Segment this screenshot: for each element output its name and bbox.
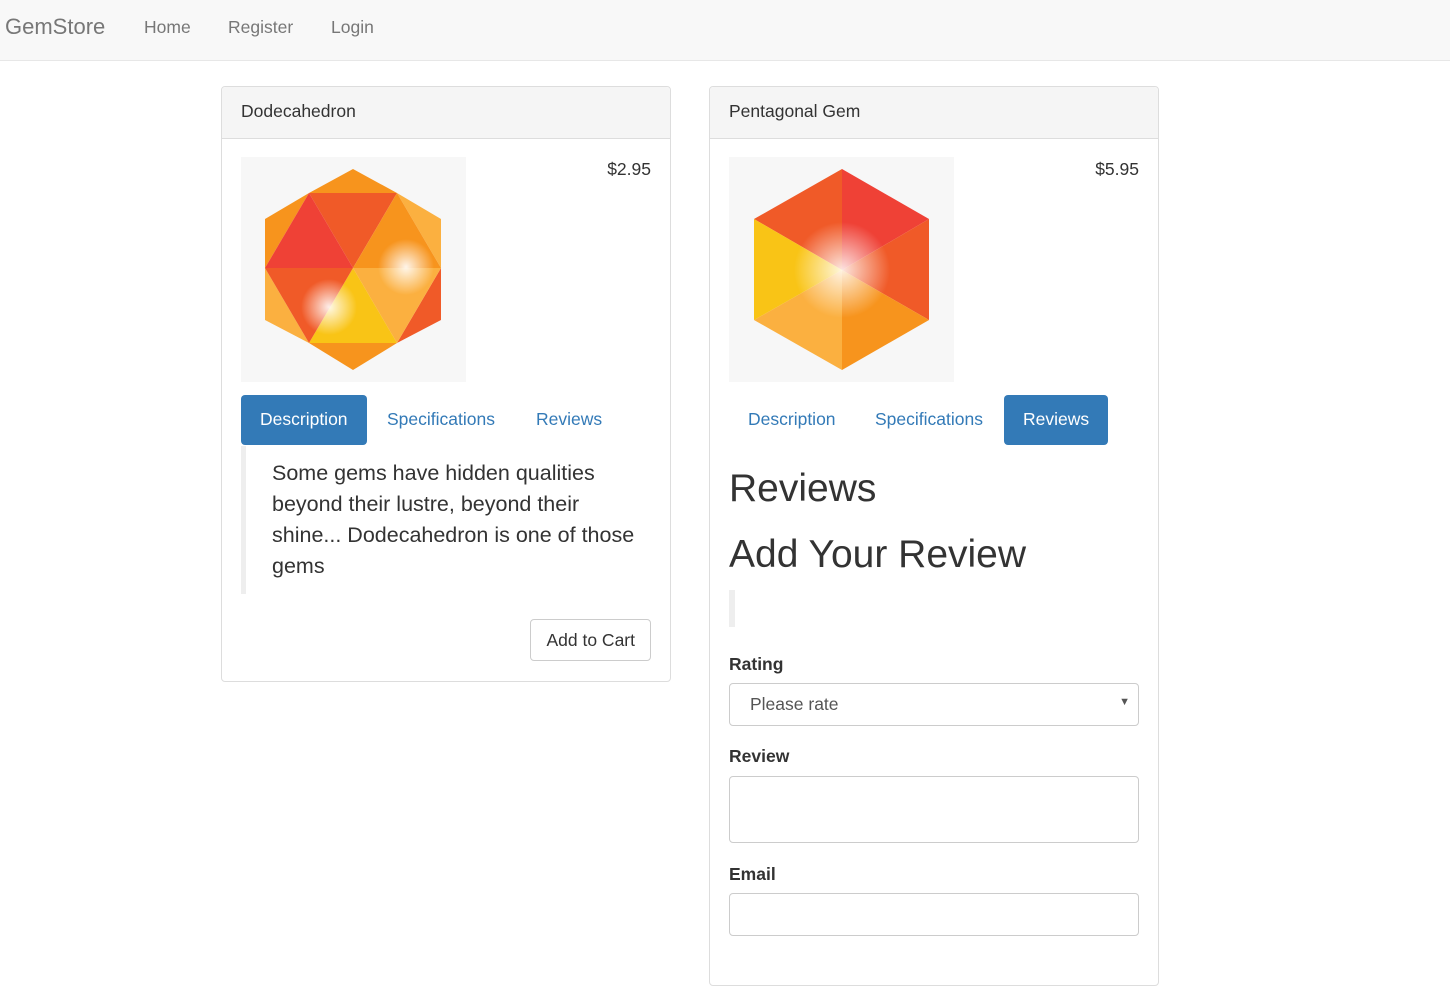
tab-description[interactable]: Description <box>241 395 367 445</box>
navbar: GemStore Home Register Login <box>0 0 1450 61</box>
nav-register[interactable]: Register <box>228 17 293 38</box>
brand-logo[interactable]: GemStore <box>5 14 105 40</box>
product-description: Some gems have hidden qualities beyond t… <box>241 446 651 594</box>
nav-login[interactable]: Login <box>331 17 374 38</box>
dropdown-arrow-icon: ▼ <box>1119 696 1130 708</box>
rating-select[interactable]: Please rate ▼ <box>729 683 1139 726</box>
tab-specifications[interactable]: Specifications <box>856 395 1002 445</box>
dodecahedron-gem-icon <box>265 169 441 370</box>
pentagonal-gem-icon <box>754 169 929 370</box>
review-textarea[interactable] <box>729 776 1139 843</box>
gem-image <box>241 157 466 382</box>
product-price: $2.95 <box>607 159 651 179</box>
reviews-heading: Reviews <box>729 467 877 510</box>
gem-image <box>729 157 954 382</box>
product-panel-dodecahedron: Dodecahedron $2.95 Description Specifica… <box>221 86 671 682</box>
review-label: Review <box>729 746 790 766</box>
add-to-cart-button[interactable]: Add to Cart <box>530 619 651 661</box>
tab-specifications[interactable]: Specifications <box>368 395 514 445</box>
product-title: Pentagonal Gem <box>710 87 1158 139</box>
email-label: Email <box>729 864 776 884</box>
add-review-heading: Add Your Review <box>729 533 1027 576</box>
rating-select-value: Please rate <box>750 694 839 714</box>
email-input[interactable] <box>729 893 1139 936</box>
rating-label: Rating <box>729 654 784 674</box>
review-preview-quote <box>729 590 735 627</box>
product-title: Dodecahedron <box>222 87 670 139</box>
nav-home[interactable]: Home <box>144 17 191 38</box>
product-price: $5.95 <box>1095 159 1139 179</box>
tab-reviews[interactable]: Reviews <box>1004 395 1109 445</box>
product-panel-pentagonal-gem: Pentagonal Gem $5.95 Description Specifi… <box>709 86 1159 986</box>
tab-description[interactable]: Description <box>729 395 855 445</box>
tab-reviews[interactable]: Reviews <box>517 395 621 445</box>
